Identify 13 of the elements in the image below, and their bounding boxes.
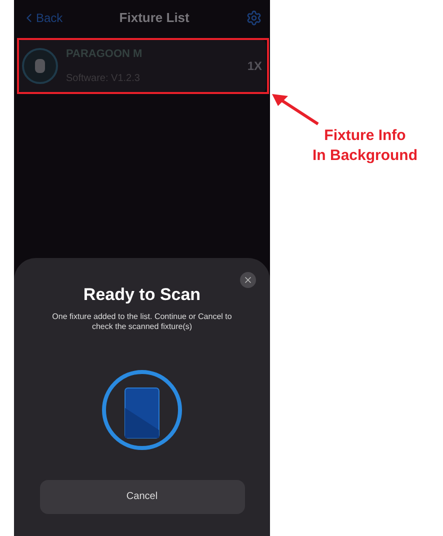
close-button[interactable] [240,272,256,288]
cancel-button[interactable]: Cancel [40,480,244,514]
annotation-text: In Background [312,146,418,166]
sheet-title: Ready to Scan [83,284,201,306]
fixture-count: 1X [247,58,262,75]
arrow-icon [270,92,320,126]
fixture-icon [22,48,58,84]
sheet-message: One fixture added to the list. Continue or Cancel to check the scanned fixture(s) [51,312,233,332]
annotation-text: Fixture Info [324,126,406,146]
screen-title: Fixture List [119,9,190,28]
close-icon [243,275,253,285]
phone-scan-icon [100,368,184,452]
back-button[interactable]: Back [22,9,63,27]
